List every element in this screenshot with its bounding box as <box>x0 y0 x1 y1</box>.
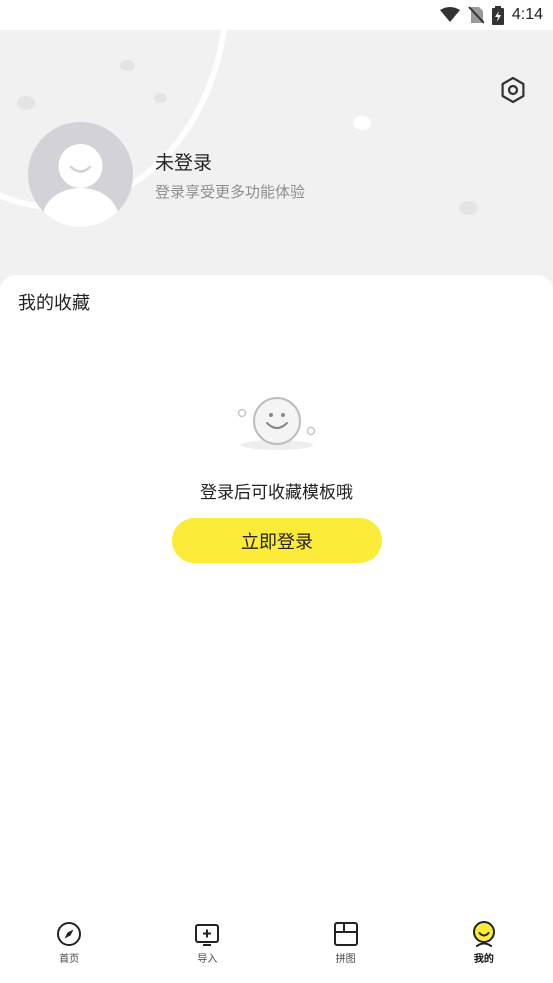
profile-header: 未登录 登录享受更多功能体验 <box>0 30 553 280</box>
nav-item-mine[interactable]: 我的 <box>415 915 553 983</box>
login-button[interactable]: 立即登录 <box>172 518 382 563</box>
avatar[interactable] <box>28 122 133 227</box>
decorative-dot <box>459 201 478 215</box>
no-sim-icon <box>468 6 484 24</box>
decorative-dot <box>17 96 35 110</box>
status-icons: 4:14 <box>439 4 543 26</box>
collage-icon <box>333 922 358 946</box>
nav-item-import[interactable]: 导入 <box>138 915 276 983</box>
favorites-section: 我的收藏 登录后可收藏模板哦 立即登录 <box>0 275 553 915</box>
status-bar: 4:14 <box>0 0 553 30</box>
nav-label: 拼图 <box>335 954 356 965</box>
decorative-dot <box>154 93 167 103</box>
bottom-nav: 首页 导入 拼图 我的 <box>0 915 553 983</box>
nav-label: 我的 <box>473 954 494 965</box>
nav-item-home[interactable]: 首页 <box>0 915 138 983</box>
nav-label: 导入 <box>197 954 218 965</box>
section-title: 我的收藏 <box>18 293 90 314</box>
user-name[interactable]: 未登录 <box>155 148 212 175</box>
decorative-dot <box>353 116 371 130</box>
settings-icon[interactable] <box>499 76 527 104</box>
nav-item-collage[interactable]: 拼图 <box>277 915 415 983</box>
compass-icon <box>57 922 82 946</box>
empty-state-text: 登录后可收藏模板哦 <box>200 483 353 503</box>
wifi-icon <box>439 7 460 22</box>
nav-label: 首页 <box>59 954 80 965</box>
profile-face-icon <box>472 921 495 947</box>
user-subtitle[interactable]: 登录享受更多功能体验 <box>155 181 305 202</box>
decorative-dot <box>120 60 135 71</box>
import-add-icon <box>195 924 220 946</box>
empty-smile-icon <box>237 397 316 450</box>
default-avatar-icon <box>42 144 119 227</box>
battery-charging-icon <box>491 5 504 25</box>
status-time: 4:14 <box>511 6 543 23</box>
